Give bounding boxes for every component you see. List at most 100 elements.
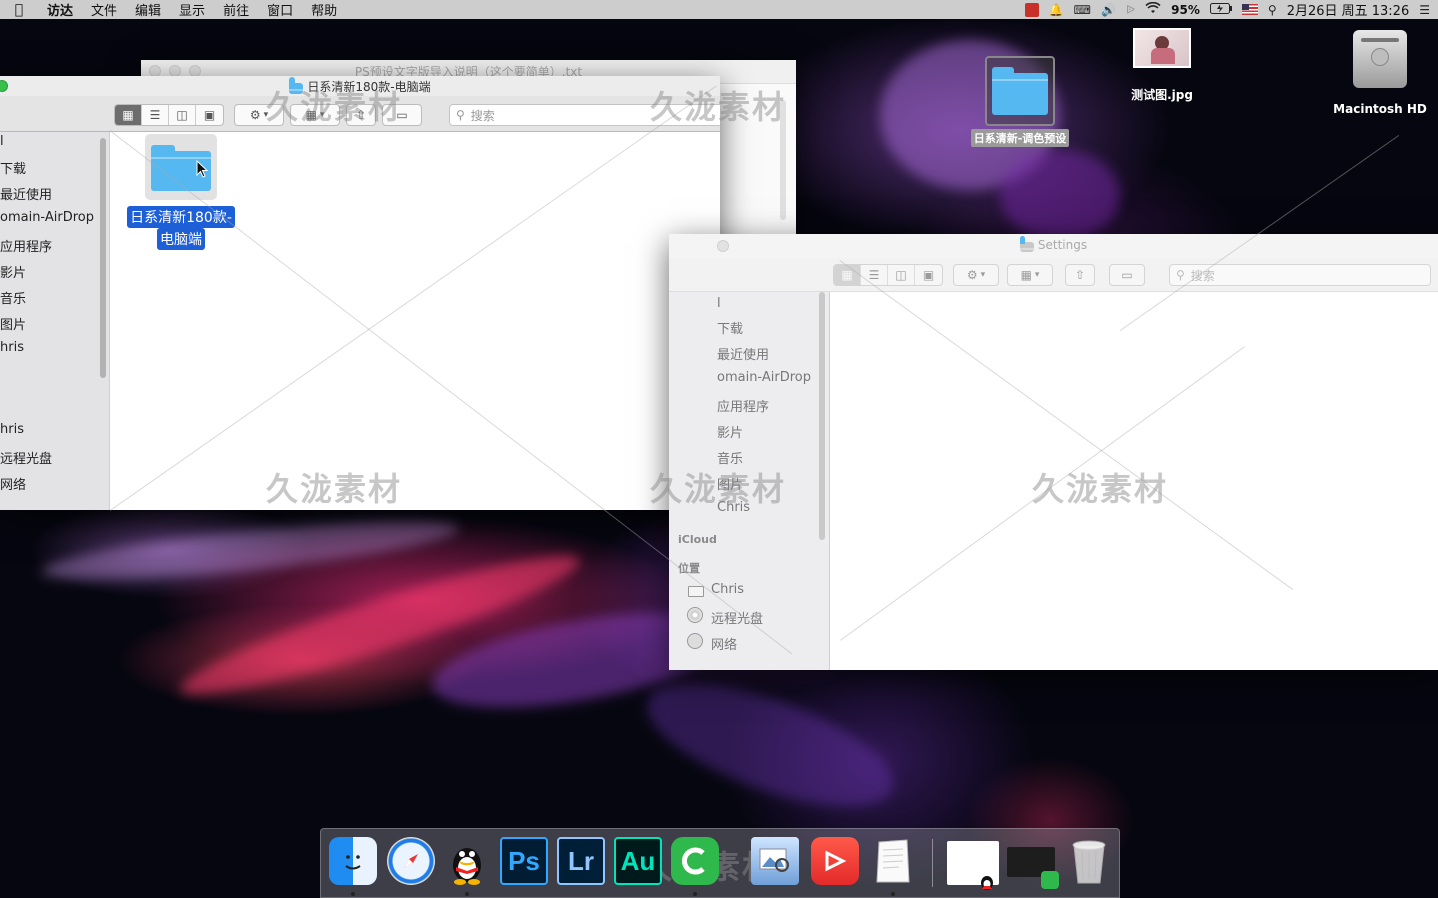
share-icon: ⇧ [355,108,367,122]
sidebar-item-downloads[interactable]: 下载 [717,318,743,337]
sidebar-item-remote-disc[interactable]: 远程光盘 [0,448,52,467]
qq-running-indicator [465,892,469,896]
action-gear-button[interactable]: ⚙ ▾ [953,264,999,286]
screen-recorder-icon[interactable] [811,837,859,885]
desktop-image-file[interactable]: 测试图.jpg [1120,28,1204,103]
safari-icon[interactable] [387,837,435,885]
sidebar-item-pictures[interactable]: 图片 [717,474,743,493]
sidebar-item-movies[interactable]: 影片 [717,422,743,441]
keyboard-icon[interactable]: ⌨ [1074,3,1091,17]
action-gear-button[interactable]: ⚙ ▾ [234,104,284,126]
textedit-icon[interactable] [869,837,917,885]
sidebar-scrollbar[interactable] [819,292,825,540]
notification-bell-icon[interactable]: 🔔 [1049,3,1064,17]
battery-percent[interactable]: 95% [1171,3,1200,17]
sidebar-item-airdrop[interactable]: omain-AirDrop [0,210,94,225]
tag-icon: ▭ [1121,268,1133,282]
desktop-drive[interactable]: Macintosh HD [1330,30,1430,116]
image-thumbnail [1133,28,1191,68]
camtasia-recording[interactable] [1007,847,1059,889]
document-thumbnail[interactable] [947,841,999,890]
lr-label: Lr [568,845,594,876]
spotlight-search-icon[interactable]: ⚲ [1268,3,1277,17]
folder-item-selected[interactable]: 日系清新180款- 电脑端 [119,134,243,250]
menu-edit[interactable]: 编辑 [126,0,170,19]
record-status-icon[interactable] [1024,2,1039,17]
sidebar-item-home[interactable]: hris [0,340,24,355]
sidebar-item-computer[interactable]: hris [0,422,24,437]
finder-content-area[interactable]: 日系清新180款- 电脑端 [111,132,720,510]
input-source-flag-icon[interactable] [1241,4,1258,15]
sidebar-item-home[interactable]: Chris [717,500,750,515]
finder-window-settings[interactable]: Settings ▦ ☰ ◫ ▣ ⚙ ▾ ▦ ▾ ⇧ ▭ ⚲ 搜索 l 下载 最近使… [669,234,1438,670]
sidebar-item-l[interactable]: l [0,134,4,149]
sidebar-item-music[interactable]: 音乐 [0,288,26,307]
sidebar-item-music[interactable]: 音乐 [717,448,743,467]
sidebar-item-network[interactable]: 网络 [711,634,737,653]
sidebar-item-airdrop[interactable]: omain-AirDrop [717,370,811,385]
view-mode-switcher[interactable]: ▦ ☰ ◫ ▣ [833,264,943,286]
group-by-button[interactable]: ▦ ▾ [1007,264,1053,286]
tags-button[interactable]: ▭ [382,104,422,126]
camtasia-icon[interactable] [671,837,719,885]
photoshop-icon[interactable]: Ps [500,837,548,885]
preview-icon[interactable] [751,837,799,885]
desktop-folder-preset[interactable]: 日系清新-调色预设 [964,56,1076,147]
chevron-down-icon: ▾ [980,270,986,280]
menu-go[interactable]: 前往 [214,0,258,19]
computer-icon [688,586,704,597]
gallery-view-icon[interactable]: ▣ [915,265,942,285]
gear-icon: ⚙ [966,268,978,282]
bluetooth-icon[interactable]: ᐉ [1126,3,1135,17]
share-button[interactable]: ⇧ [1065,264,1095,286]
sidebar-item-remote-disc[interactable]: 远程光盘 [711,608,763,627]
menu-window[interactable]: 窗口 [258,0,302,19]
sidebar-item-l[interactable]: l [717,296,721,311]
search-field[interactable]: ⚲ 搜索 [1169,264,1431,286]
trash-icon[interactable] [1065,837,1113,885]
sidebar-item-recents[interactable]: 最近使用 [717,344,769,363]
wifi-icon[interactable] [1145,1,1161,17]
group-by-button[interactable]: ▦ ▾ [290,104,340,126]
icon-view-icon[interactable]: ▦ [834,265,861,285]
notification-center-icon[interactable]: ☰ [1419,3,1430,17]
audition-icon[interactable]: Au [614,837,662,885]
share-button[interactable]: ⇧ [346,104,376,126]
sidebar-item-recents[interactable]: 最近使用 [0,184,52,203]
globe-icon [687,633,703,649]
finder-content-area[interactable] [831,292,1438,670]
sidebar-item-network[interactable]: 网络 [0,474,26,493]
scrollbar[interactable] [780,100,786,220]
hard-drive-icon [1353,30,1407,88]
tags-button[interactable]: ▭ [1109,264,1145,286]
au-label: Au [620,845,656,876]
view-mode-switcher[interactable]: ▦ ☰ ◫ ▣ [114,104,224,126]
menu-clock[interactable]: 2月26日 周五 13:26 [1287,0,1410,19]
menu-view[interactable]: 显示 [170,0,214,19]
qq-icon[interactable] [443,837,491,885]
menu-file[interactable]: 文件 [82,0,126,19]
menu-help[interactable]: 帮助 [302,0,346,19]
menu-app-name[interactable]: 访达 [38,0,82,19]
apple-menu-icon[interactable]:  [0,2,38,18]
sidebar-item-pictures[interactable]: 图片 [0,314,26,333]
column-view-icon[interactable]: ◫ [888,265,915,285]
sidebar-item-applications[interactable]: 应用程序 [0,236,52,255]
icon-view-icon[interactable]: ▦ [115,105,142,125]
battery-icon[interactable] [1209,2,1232,17]
sidebar-item-applications[interactable]: 应用程序 [717,396,769,415]
finder-icon[interactable] [329,837,377,885]
lightroom-icon[interactable]: Lr [557,837,605,885]
folder-item-label-line2: 电脑端 [157,228,205,250]
list-view-icon[interactable]: ☰ [861,265,888,285]
list-view-icon[interactable]: ☰ [142,105,169,125]
gallery-view-icon[interactable]: ▣ [196,105,223,125]
sidebar-item-movies[interactable]: 影片 [0,262,26,281]
sidebar-scrollbar[interactable] [100,138,106,378]
volume-icon[interactable]: 🔊 [1101,3,1116,17]
search-field[interactable]: ⚲ 搜索 [449,104,720,126]
sidebar-item-chris[interactable]: Chris [711,582,744,597]
sidebar-item-downloads[interactable]: 下载 [0,158,26,177]
finder-window-front[interactable]: 日系清新180款-电脑端 ▦ ☰ ◫ ▣ ⚙ ▾ ▦ ▾ ⇧ ▭ ⚲ 搜索 l 下载… [0,76,720,510]
column-view-icon[interactable]: ◫ [169,105,196,125]
